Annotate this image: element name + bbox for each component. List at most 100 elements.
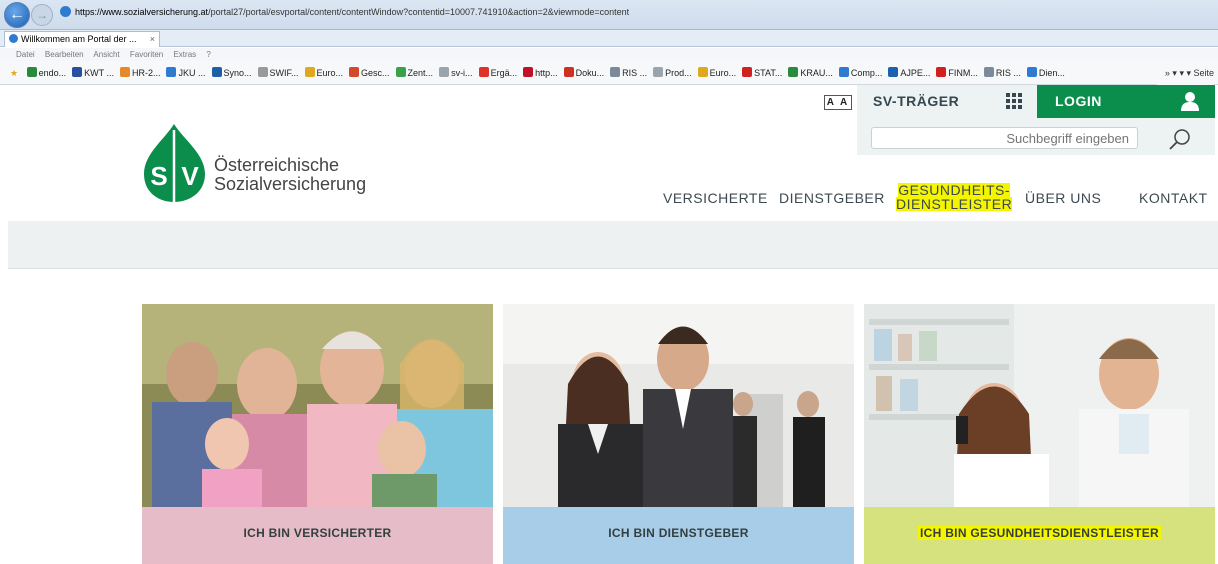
favorite-label: Doku... (575, 68, 605, 78)
favorite-link[interactable]: http... (523, 61, 558, 84)
favorite-site-icon (936, 67, 947, 77)
favorite-site-icon (395, 67, 406, 77)
favorite-site-icon (838, 67, 849, 77)
favorite-link[interactable]: Gesc... (349, 61, 390, 84)
favorite-label: STAT... (754, 68, 783, 78)
family-photo (142, 304, 493, 507)
favorite-label: KWT ... (84, 68, 114, 78)
site-favicon-icon (60, 6, 71, 17)
apps-grid-icon[interactable] (1006, 93, 1022, 109)
favorite-link[interactable]: Syno... (211, 61, 252, 84)
favorite-link[interactable]: SWIF... (257, 61, 299, 84)
favorite-label: Dien... (1038, 68, 1065, 78)
favorite-site-icon (742, 67, 753, 77)
favorite-site-icon (211, 67, 222, 77)
pharmacy-staff-photo (864, 304, 1215, 507)
tab-favicon-icon (9, 34, 18, 43)
favorite-label: http... (535, 68, 558, 78)
favorite-label: RIS ... (622, 68, 648, 78)
menu-datei[interactable]: Datei (16, 50, 35, 59)
favorite-site-icon (257, 67, 268, 77)
tab-title: Willkommen am Portal der ... (21, 34, 137, 44)
favorite-link[interactable]: endo... (26, 61, 66, 84)
card-label-gesundheit-text: ICH BIN GESUNDHEITSDIENSTLEISTER (918, 526, 1161, 540)
menu-bearbeiten[interactable]: Bearbeiten (45, 50, 84, 59)
card-dienstgeber[interactable]: ICH BIN DIENSTGEBER (503, 304, 854, 564)
favorite-label: sv-i... (451, 68, 473, 78)
favorites-star-icon[interactable]: ★ (10, 61, 18, 84)
card-label-versicherter: ICH BIN VERSICHERTER (142, 507, 493, 564)
favorite-link[interactable]: FINM... (936, 61, 978, 84)
browser-menu-bar: Datei Bearbeiten Ansicht Favoriten Extra… (0, 48, 1218, 61)
favorite-site-icon (788, 67, 799, 77)
favorite-label: KRAU... (800, 68, 833, 78)
favorite-label: HR-2... (131, 68, 161, 78)
nav-versicherte[interactable]: VERSICHERTE (663, 190, 768, 206)
favorite-label: JKU ... (178, 68, 206, 78)
menu-ansicht[interactable]: Ansicht (93, 50, 119, 59)
search-icon[interactable] (1168, 127, 1192, 151)
favorite-label: Prod... (665, 68, 692, 78)
favorite-site-icon (610, 67, 621, 77)
nav-kontakt[interactable]: KONTAKT (1139, 190, 1208, 206)
favorite-link[interactable]: sv-i... (439, 61, 473, 84)
favorite-site-icon (697, 67, 708, 77)
back-button[interactable]: ← (4, 2, 30, 28)
favorite-link[interactable]: Dien... (1026, 61, 1065, 84)
nav-ueber-uns[interactable]: ÜBER UNS (1025, 190, 1101, 206)
font-size-toggle-button[interactable]: A A (824, 95, 852, 110)
favorite-link[interactable]: Zent... (395, 61, 434, 84)
favorite-link[interactable]: JKU ... (166, 61, 206, 84)
browser-tab-bar: Willkommen am Portal der ... × (0, 30, 1218, 47)
browser-tab[interactable]: Willkommen am Portal der ... × (4, 31, 160, 47)
favorite-link[interactable]: Comp... (838, 61, 882, 84)
card-gesundheitsdienstleister[interactable]: ICH BIN GESUNDHEITSDIENSTLEISTER (864, 304, 1215, 564)
favorite-site-icon (983, 67, 994, 77)
favorite-site-icon (439, 67, 450, 77)
nav-gesundheit-line1: GESUNDHEITS- (898, 182, 1010, 198)
favorite-link[interactable]: STAT... (742, 61, 783, 84)
forward-button[interactable]: → (31, 4, 53, 26)
tab-close-icon[interactable]: × (150, 32, 155, 46)
card-label-dienstgeber: ICH BIN DIENSTGEBER (503, 507, 854, 564)
menu-extras[interactable]: Extras (173, 50, 196, 59)
favorite-link[interactable]: RIS ... (983, 61, 1021, 84)
favorite-site-icon (349, 67, 360, 77)
card-versicherter[interactable]: ICH BIN VERSICHERTER (142, 304, 493, 564)
search-input[interactable] (871, 127, 1138, 149)
favorite-label: FINM... (948, 68, 978, 78)
breadcrumb-band (8, 221, 1218, 269)
favorite-link[interactable]: KRAU... (788, 61, 833, 84)
favorite-label: Zent... (407, 68, 434, 78)
favorite-label: Ergä... (490, 68, 518, 78)
favorite-link[interactable]: RIS ... (610, 61, 648, 84)
favorite-site-icon (888, 67, 899, 77)
favorite-link[interactable]: Euro... (697, 61, 737, 84)
favorite-link[interactable]: Prod... (653, 61, 692, 84)
logo-text-line1: Österreichische (214, 155, 340, 175)
nav-dienstgeber[interactable]: DIENSTGEBER (779, 190, 885, 206)
business-people-photo (503, 304, 854, 507)
browser-command-bar[interactable]: » ▾ ▾ ▾ Seite (1156, 61, 1214, 85)
menu-help[interactable]: ? (206, 50, 210, 59)
main-navigation: VERSICHERTE DIENSTGEBER GESUNDHEITS- DIE… (0, 178, 1218, 218)
favorite-link[interactable]: Ergä... (478, 61, 518, 84)
favorites-bar: ★ endo... KWT ... HR-2... JKU ... Syno... SWI… (0, 61, 1218, 85)
sv-traeger-link[interactable]: SV-TRÄGER (873, 88, 983, 114)
favorite-label: AJPE... (900, 68, 931, 78)
favorite-label: Gesc... (361, 68, 390, 78)
favorite-site-icon (26, 67, 37, 77)
nav-gesundheitsdienstleister[interactable]: GESUNDHEITS- DIENSTLEISTER (896, 182, 1013, 211)
favorite-label: Euro... (709, 68, 737, 78)
favorite-link[interactable]: KWT ... (72, 61, 114, 84)
url-field[interactable]: https://www.sozialversicherung.at/portal… (58, 4, 1213, 20)
url-path: /portal27/portal/esvportal/content/conte… (208, 7, 630, 17)
login-button[interactable]: LOGIN (1037, 85, 1215, 118)
favorite-link[interactable]: AJPE... (888, 61, 931, 84)
menu-favoriten[interactable]: Favoriten (130, 50, 163, 59)
favorite-link[interactable]: Euro... (304, 61, 343, 84)
favorite-link[interactable]: Doku... (563, 61, 605, 84)
favorite-site-icon (563, 67, 574, 77)
favorite-link[interactable]: HR-2... (119, 61, 161, 84)
favorite-site-icon (1026, 67, 1037, 77)
